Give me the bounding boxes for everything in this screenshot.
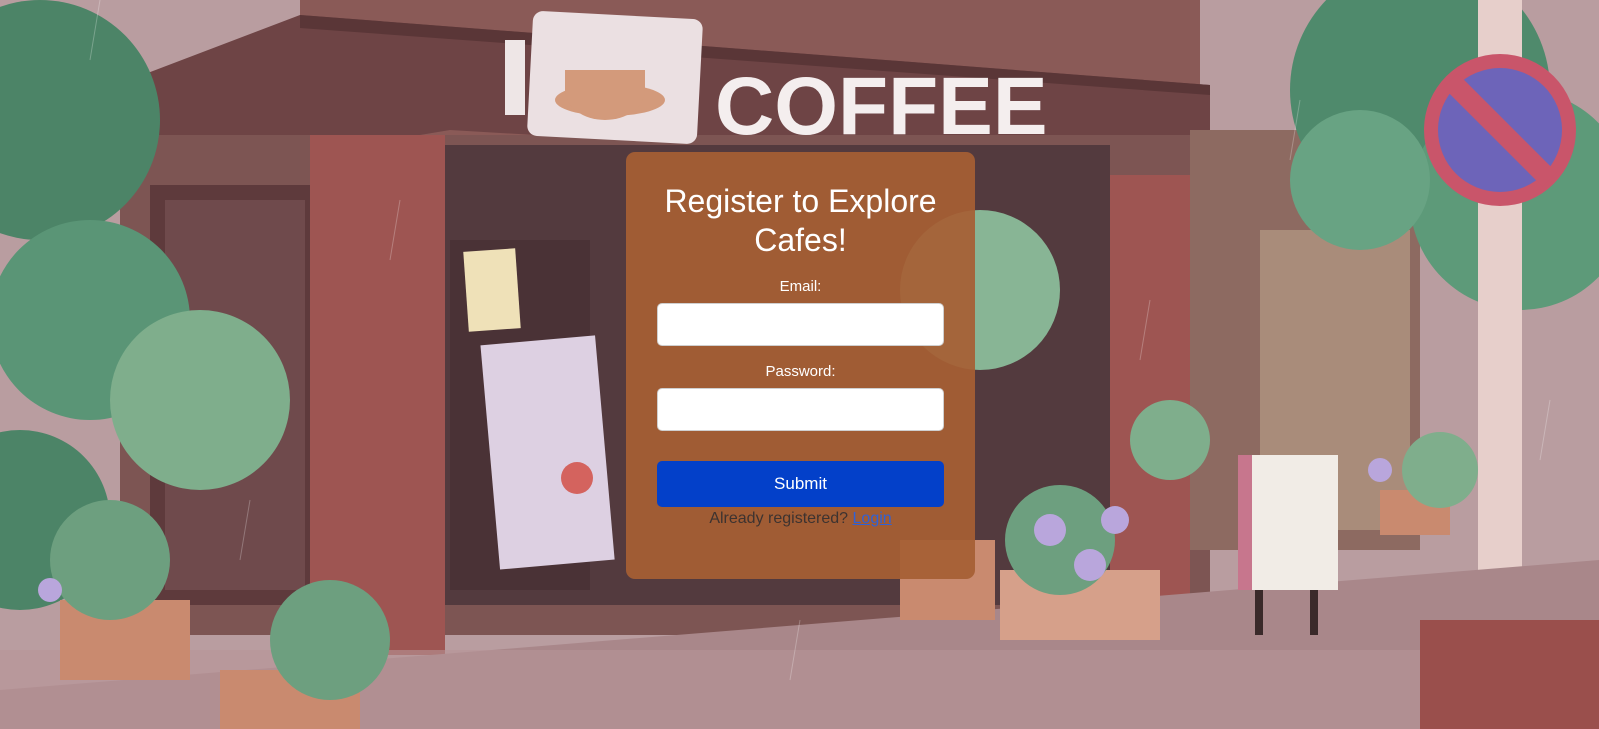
email-label: Email: xyxy=(779,278,822,295)
submit-button[interactable]: Submit xyxy=(657,461,944,507)
already-registered-text: Already registered? Login xyxy=(626,509,975,529)
email-field[interactable] xyxy=(657,303,944,346)
register-card: Register to Explore Cafes! Email: Passwo… xyxy=(626,152,975,579)
password-field[interactable] xyxy=(657,388,944,431)
already-registered-label: Already registered? xyxy=(709,510,849,527)
coffee-sign-text: COFFEE xyxy=(715,61,1048,152)
register-title: Register to Explore Cafes! xyxy=(664,183,937,258)
login-link[interactable]: Login xyxy=(853,510,892,527)
password-label: Password: xyxy=(765,363,836,380)
